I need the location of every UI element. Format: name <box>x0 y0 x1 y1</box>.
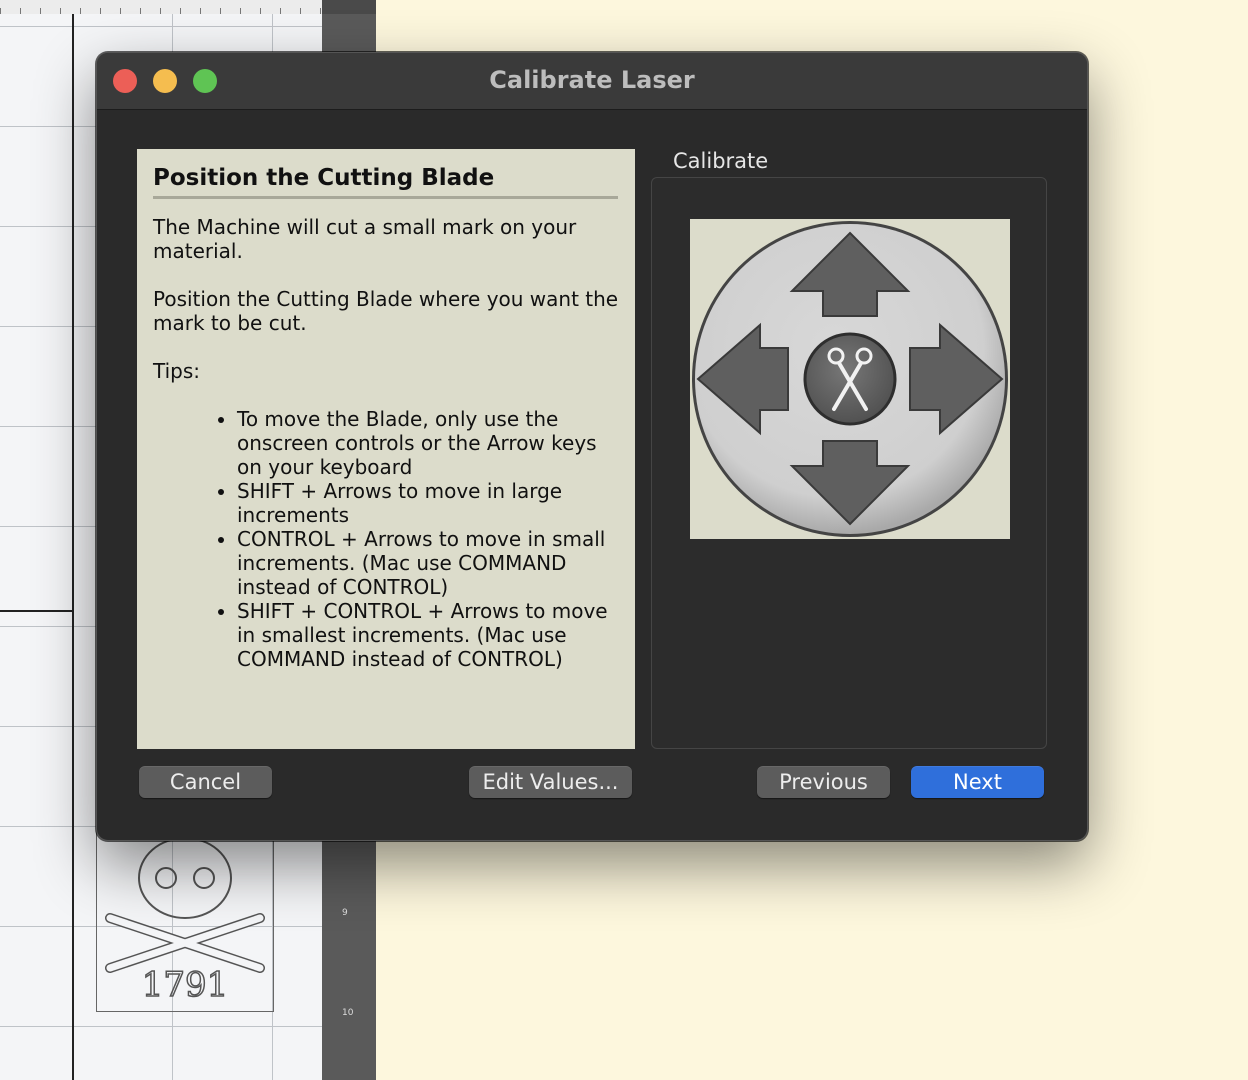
top-ruler <box>0 0 322 14</box>
ruler-number: 9 <box>342 908 348 918</box>
tip-item: CONTROL + Arrows to move in small increm… <box>237 527 623 599</box>
calibrate-group-label: Calibrate <box>673 149 769 173</box>
tip-item: SHIFT + CONTROL + Arrows to move in smal… <box>237 599 623 671</box>
tip-item: To move the Blade, only use the onscreen… <box>237 407 623 479</box>
scissors-icon[interactable] <box>803 332 897 426</box>
instructions-body: The Machine will cut a small mark on you… <box>153 215 623 671</box>
tips-list: To move the Blade, only use the onscreen… <box>153 407 623 671</box>
calibrate-laser-dialog: Calibrate Laser Position the Cutting Bla… <box>96 52 1088 841</box>
tips-label: Tips: <box>153 359 201 383</box>
title-bar[interactable]: Calibrate Laser <box>97 53 1087 110</box>
mat-grid-line <box>0 610 72 612</box>
ruler-number: 10 <box>342 1008 354 1018</box>
next-button[interactable]: Next <box>911 766 1044 798</box>
edit-values-button[interactable]: Edit Values... <box>469 766 632 798</box>
design-year-text: 1791 <box>142 965 229 1005</box>
instructions-panel: Position the Cutting Blade The Machine w… <box>137 149 635 749</box>
instructions-heading: Position the Cutting Blade <box>153 165 618 199</box>
mat-grid-line <box>72 14 74 1080</box>
window-title: Calibrate Laser <box>489 66 695 94</box>
tip-item: SHIFT + Arrows to move in large incremen… <box>237 479 623 527</box>
cancel-button[interactable]: Cancel <box>139 766 272 798</box>
direction-pad <box>690 219 1010 539</box>
previous-button[interactable]: Previous <box>757 766 890 798</box>
instructions-paragraph: The Machine will cut a small mark on you… <box>153 215 577 263</box>
calibrate-group-box <box>651 177 1047 749</box>
skull-crossbones-design[interactable]: 1791 <box>100 838 270 1008</box>
instructions-paragraph: Position the Cutting Blade where you wan… <box>153 287 619 335</box>
